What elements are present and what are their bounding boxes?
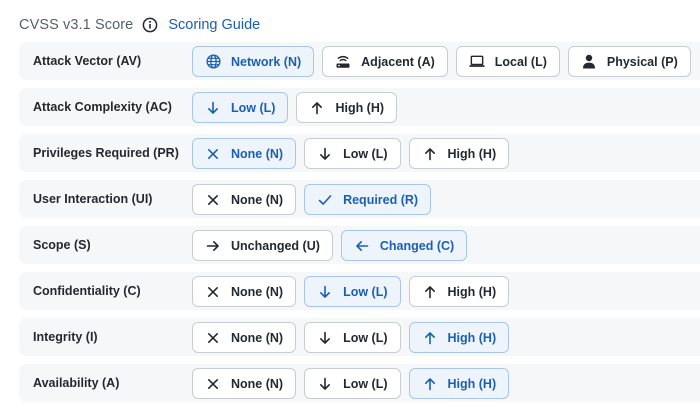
metric-options: None (N) Low (L) High (H) (192, 368, 517, 399)
score-title: CVSS v3.1 Score (19, 17, 134, 33)
option-label: High (H) (447, 146, 497, 161)
x-icon (205, 330, 221, 346)
option-label: High (H) (447, 330, 497, 345)
metric-label: Confidentiality (C) (33, 284, 141, 298)
metric-options: Network (N) Adjacent (A) Local (L) Physical… (192, 46, 699, 77)
option-unchanged-button[interactable]: Unchanged (U) (192, 230, 333, 261)
option-label: High (H) (335, 100, 385, 115)
option-high-button[interactable]: High (H) (408, 138, 510, 169)
metric-options: Low (L) High (H) (192, 92, 405, 123)
metric-label: Availability (A) (33, 376, 120, 390)
metric-label: Scope (S) (33, 238, 91, 252)
metric-label: User Interaction (UI) (33, 192, 153, 206)
option-label: Local (L) (494, 54, 547, 69)
arrow-left-icon (354, 238, 370, 254)
option-label: Low (L) (231, 100, 276, 115)
laptop-icon (469, 54, 485, 70)
option-label: None (N) (231, 376, 284, 391)
option-label: None (N) (231, 284, 284, 299)
arrow-down-icon (317, 376, 333, 392)
option-label: None (N) (231, 330, 284, 345)
arrow-down-icon (317, 284, 333, 300)
option-low-button[interactable]: Low (L) (304, 368, 401, 399)
check-icon (317, 192, 333, 208)
option-label: Low (L) (343, 330, 388, 345)
arrow-right-icon (205, 238, 221, 254)
metric-options: None (N) Low (L) High (H) (192, 276, 517, 307)
option-label: None (N) (231, 192, 284, 207)
option-label: High (H) (447, 376, 497, 391)
option-high-button[interactable]: High (H) (408, 368, 510, 399)
metric-label: Integrity (I) (33, 330, 98, 344)
metric-label: Attack Complexity (AC) (33, 100, 172, 114)
option-changed-button[interactable]: Changed (C) (340, 230, 468, 261)
metric-options: None (N) Low (L) High (H) (192, 138, 517, 169)
option-local-button[interactable]: Local (L) (455, 46, 560, 77)
arrow-down-icon (317, 330, 333, 346)
scoring-guide-link[interactable]: Scoring Guide (168, 17, 260, 33)
option-low-button[interactable]: Low (L) (304, 138, 401, 169)
option-none-button[interactable]: None (N) (192, 184, 297, 215)
metrics-list: Attack Vector (AV) Network (N) Adjacent (A… (19, 42, 700, 410)
info-icon[interactable] (142, 17, 158, 33)
option-label: Physical (P) (606, 54, 678, 69)
option-high-button[interactable]: High (H) (296, 92, 398, 123)
metric-row-attack-complexity: Attack Complexity (AC) Low (L) High (H) (19, 88, 700, 126)
x-icon (205, 376, 221, 392)
x-icon (205, 146, 221, 162)
arrow-up-icon (422, 146, 438, 162)
arrow-up-icon (309, 100, 325, 116)
metric-row-user-interaction: User Interaction (UI) None (N) Required (R… (19, 180, 700, 218)
option-label: Low (L) (343, 376, 388, 391)
option-label: Unchanged (U) (231, 238, 320, 253)
option-label: Network (N) (231, 54, 302, 69)
option-low-button[interactable]: Low (L) (192, 92, 289, 123)
option-network-button[interactable]: Network (N) (192, 46, 315, 77)
option-low-button[interactable]: Low (L) (304, 276, 401, 307)
option-label: Adjacent (A) (361, 54, 435, 69)
metric-label: Privileges Required (PR) (33, 146, 179, 160)
option-low-button[interactable]: Low (L) (304, 322, 401, 353)
option-high-button[interactable]: High (H) (408, 322, 510, 353)
globe-icon (205, 54, 221, 70)
router-icon (335, 54, 351, 70)
option-label: Changed (C) (379, 238, 455, 253)
option-required-button[interactable]: Required (R) (304, 184, 432, 215)
metric-label: Attack Vector (AV) (33, 54, 142, 68)
option-label: Low (L) (343, 146, 388, 161)
option-label: None (N) (231, 146, 284, 161)
option-label: Low (L) (343, 284, 388, 299)
option-none-button[interactable]: None (N) (192, 276, 297, 307)
metric-row-attack-vector: Attack Vector (AV) Network (N) Adjacent (A… (19, 42, 700, 80)
option-high-button[interactable]: High (H) (408, 276, 510, 307)
arrow-up-icon (422, 284, 438, 300)
metric-options: None (N) Required (R) (192, 184, 439, 215)
x-icon (205, 192, 221, 208)
person-icon (581, 54, 597, 70)
option-none-button[interactable]: None (N) (192, 322, 297, 353)
score-header: CVSS v3.1 Score Scoring Guide (19, 14, 260, 36)
x-icon (205, 284, 221, 300)
metric-options: Unchanged (U) Changed (C) (192, 230, 475, 261)
option-none-button[interactable]: None (N) (192, 368, 297, 399)
option-adjacent-button[interactable]: Adjacent (A) (322, 46, 448, 77)
arrow-down-icon (317, 146, 333, 162)
arrow-down-icon (205, 100, 221, 116)
metric-row-confidentiality: Confidentiality (C) None (N) Low (L) High (… (19, 272, 700, 310)
option-label: High (H) (447, 284, 497, 299)
option-physical-button[interactable]: Physical (P) (567, 46, 691, 77)
metric-row-integrity: Integrity (I) None (N) Low (L) High (H) (19, 318, 700, 356)
option-none-button[interactable]: None (N) (192, 138, 297, 169)
metric-row-availability: Availability (A) None (N) Low (L) High (H) (19, 364, 700, 402)
arrow-up-icon (422, 376, 438, 392)
metric-options: None (N) Low (L) High (H) (192, 322, 517, 353)
metric-row-privileges-required: Privileges Required (PR) None (N) Low (L) H… (19, 134, 700, 172)
option-label: Required (R) (343, 192, 419, 207)
metric-row-scope: Scope (S) Unchanged (U) Changed (C) (19, 226, 700, 264)
arrow-up-icon (422, 330, 438, 346)
